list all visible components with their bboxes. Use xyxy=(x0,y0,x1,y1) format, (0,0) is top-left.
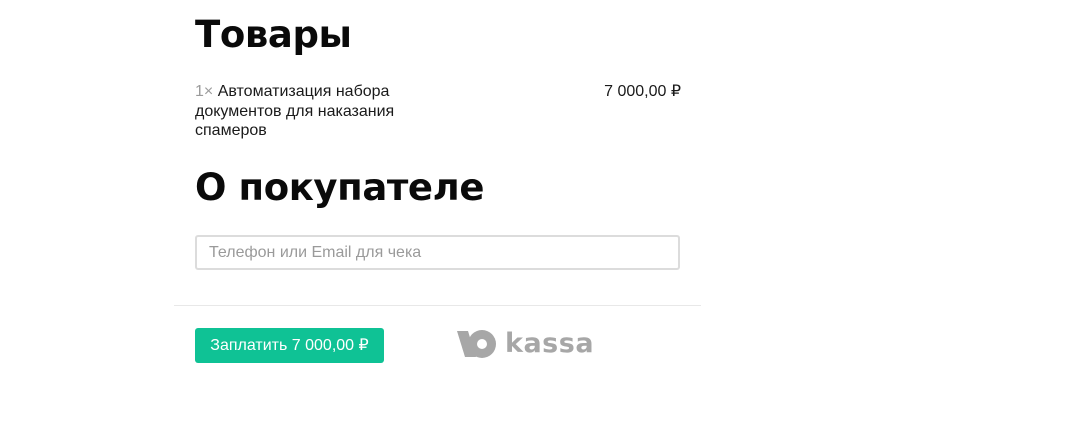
section-divider xyxy=(174,305,701,306)
receipt-contact-input[interactable] xyxy=(195,235,680,270)
logo-wordmark: kassa xyxy=(505,328,595,359)
buyer-heading: О покупателе xyxy=(195,166,485,209)
order-item-quantity: 1× xyxy=(195,83,214,100)
yookassa-logo: kassa xyxy=(455,327,594,361)
order-item-row: 1× Автоматизация набора документов для н… xyxy=(195,82,681,142)
goods-heading: Товары xyxy=(195,13,352,56)
pay-button[interactable]: Заплатить 7 000,00 ₽ xyxy=(195,328,384,363)
yoomoney-logo-icon xyxy=(457,330,496,358)
order-item-name: Автоматизация набора документов для нака… xyxy=(195,83,395,139)
order-item-description: 1× Автоматизация набора документов для н… xyxy=(195,82,430,141)
order-item-price: 7 000,00 ₽ xyxy=(604,83,681,100)
